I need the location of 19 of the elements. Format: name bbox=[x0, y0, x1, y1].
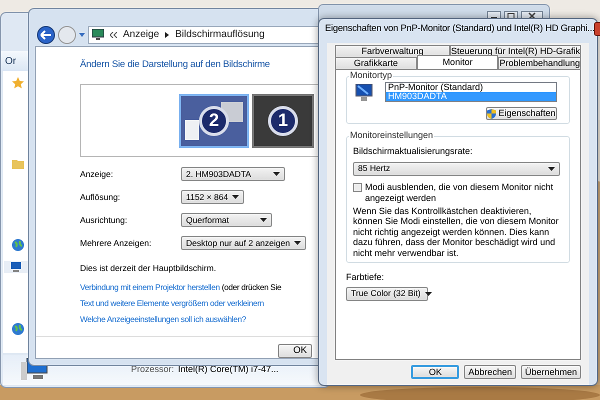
toolbar-label: Or bbox=[5, 54, 16, 68]
monitor-number: 1 bbox=[268, 106, 298, 136]
refresh-rate-label: Bildschirmaktualisierungsrate: bbox=[353, 145, 474, 158]
link-hint: (oder drücken Sie bbox=[222, 282, 282, 294]
checkbox-label: Modi ausblenden, die von diesem Monitor nicht angezeigt werden bbox=[365, 182, 554, 204]
dialog-title: Eigenschaften von PnP-Monitor (Standard) und Intel(R) HD Graphi... bbox=[325, 22, 594, 36]
monitor-number: 2 bbox=[199, 106, 229, 136]
setting-label: Mehrere Anzeigen: bbox=[80, 236, 152, 250]
page-heading: Ändern Sie die Darstellung auf den Bildschirme bbox=[80, 58, 271, 72]
processor-value: Intel(R) Core(TM) i7-47... bbox=[178, 363, 279, 376]
group-legend: Monitoreinstellungen bbox=[349, 131, 434, 140]
group-legend: Monitortyp bbox=[349, 71, 394, 80]
processor-label: Prozessor: bbox=[131, 363, 174, 376]
color-depth-label: Farbtiefe: bbox=[346, 271, 386, 284]
setting-label: Ausrichtung: bbox=[80, 214, 128, 227]
setting-label: Auflösung: bbox=[80, 190, 122, 204]
warning-text: Wenn Sie das Kontrollkästchen deaktivieren, können Sie Modi einstellen, die von diesem Monitor nicht richtig angezeigt werden können. Dies kann dazu führen, dass der Monitor beschädigt wird und nicht mehr verwendbar ist. bbox=[353, 206, 560, 258]
status-text: Dies ist derzeit der Hauptbildschirm. bbox=[80, 262, 218, 275]
setting-label: Anzeige: bbox=[80, 168, 114, 181]
